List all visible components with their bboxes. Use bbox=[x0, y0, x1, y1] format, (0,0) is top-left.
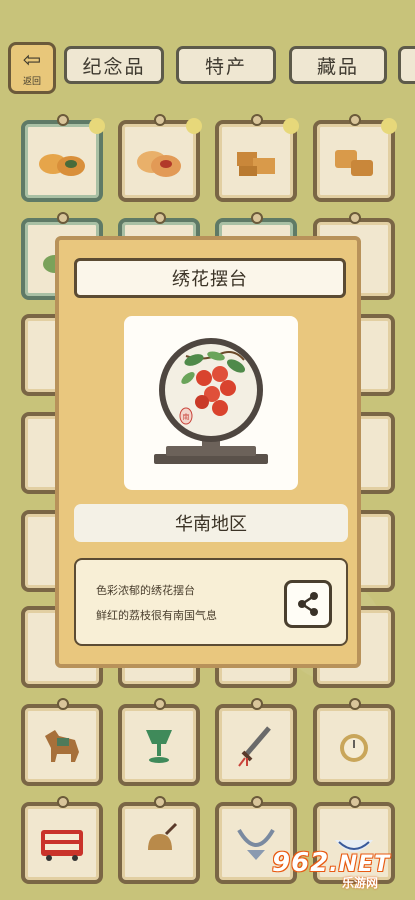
item-description-box: 色彩浓郁的绣花摆台 鲜红的荔枝很有南国气息 bbox=[74, 558, 348, 646]
hook-icon bbox=[154, 212, 166, 224]
item-image: 南 bbox=[124, 316, 298, 490]
collection-slot[interactable] bbox=[118, 114, 202, 202]
cake-icon bbox=[237, 152, 275, 176]
hook-icon bbox=[251, 698, 263, 710]
item-region: 华南地区 bbox=[74, 504, 348, 542]
hook-icon bbox=[349, 212, 361, 224]
collection-slot[interactable] bbox=[313, 698, 395, 786]
hook-icon bbox=[154, 114, 166, 126]
collection-slot[interactable] bbox=[313, 114, 397, 202]
collection-slot[interactable] bbox=[118, 698, 200, 786]
watermark-subtitle: 乐游网 bbox=[342, 876, 379, 890]
hook-icon bbox=[57, 114, 69, 126]
sword-icon bbox=[238, 726, 271, 767]
mooncake-icon bbox=[39, 154, 85, 176]
collection-slot[interactable] bbox=[215, 698, 297, 786]
hook-icon bbox=[57, 698, 69, 710]
share-icon bbox=[298, 592, 318, 616]
pastry-icon bbox=[137, 151, 181, 177]
hook-icon bbox=[251, 796, 263, 808]
hook-icon bbox=[251, 114, 263, 126]
tab-specialty[interactable]: 特产 bbox=[176, 46, 276, 84]
collection-slot[interactable] bbox=[21, 698, 103, 786]
back-label: 返回 bbox=[22, 76, 41, 87]
mooncake-box-icon bbox=[335, 150, 373, 176]
moon-icon bbox=[186, 118, 202, 134]
back-button[interactable]: ⇦ 返回 bbox=[8, 42, 56, 94]
item-title: 绣花摆台 bbox=[74, 258, 346, 298]
back-arrow-icon: ⇦ bbox=[22, 47, 42, 73]
bell-icon bbox=[148, 822, 178, 850]
moon-icon bbox=[381, 118, 397, 134]
seal-icon: 南 bbox=[183, 412, 190, 421]
hook-icon bbox=[349, 114, 361, 126]
double-decker-bus-icon bbox=[41, 830, 83, 861]
hook-icon bbox=[154, 698, 166, 710]
item-detail-popup: 绣花摆台 南 华南地区 色彩浓郁的绣花摆台 鲜红的荔枝很有南国气息 bbox=[55, 236, 361, 668]
collection-slot[interactable] bbox=[118, 796, 200, 884]
hook-icon bbox=[154, 796, 166, 808]
tang-horse-icon bbox=[45, 730, 79, 762]
top-bar: ⇦ 返回 纪念品 特产 藏品 bbox=[0, 0, 415, 100]
collection-slot[interactable] bbox=[21, 796, 103, 884]
watermark-number: 962 bbox=[272, 848, 330, 878]
tab-souvenir[interactable]: 纪念品 bbox=[64, 46, 164, 84]
description-line: 色彩浓郁的绣花摆台 bbox=[96, 584, 195, 597]
tab-overflow[interactable] bbox=[398, 46, 415, 84]
hook-icon bbox=[251, 212, 263, 224]
hook-icon bbox=[57, 796, 69, 808]
share-button[interactable] bbox=[284, 580, 332, 628]
green-cup-icon bbox=[146, 730, 172, 763]
hook-icon bbox=[349, 796, 361, 808]
watermark: 962.NET 乐游网 bbox=[272, 848, 412, 896]
collection-slot[interactable] bbox=[215, 114, 299, 202]
collection-slot[interactable] bbox=[21, 114, 105, 202]
description-line: 鲜红的荔枝很有南国气息 bbox=[96, 609, 217, 622]
moon-icon bbox=[89, 118, 105, 134]
moon-icon bbox=[283, 118, 299, 134]
hook-icon bbox=[349, 698, 361, 710]
embroidered-screen-image: 南 bbox=[154, 338, 268, 464]
hook-icon bbox=[57, 212, 69, 224]
tab-collection[interactable]: 藏品 bbox=[289, 46, 387, 84]
pocket-watch-icon bbox=[340, 734, 368, 762]
